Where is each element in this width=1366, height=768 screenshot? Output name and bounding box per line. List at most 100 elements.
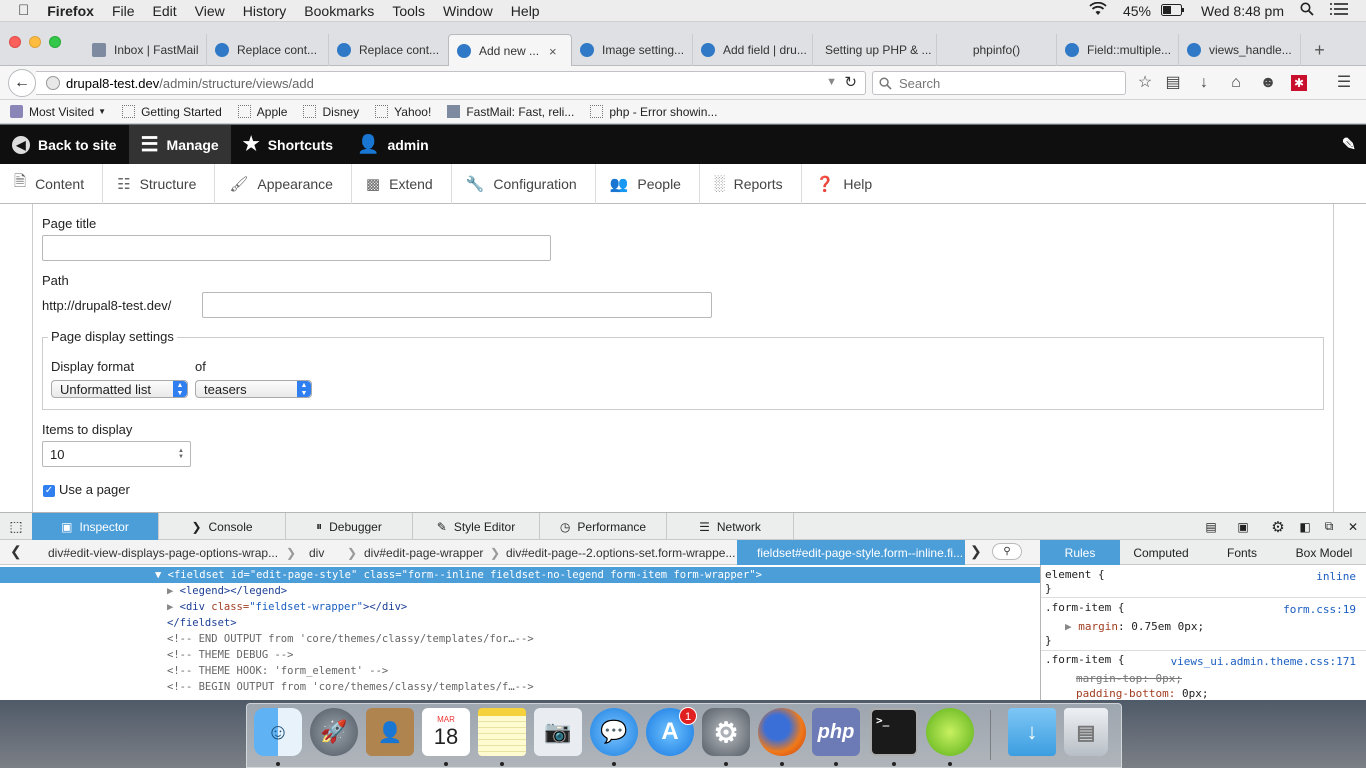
menu-hamburger-icon[interactable]: ☰ [1334,73,1354,93]
wifi-icon[interactable] [1081,1,1115,19]
markup-node-div[interactable]: ▶ <div class="fieldset-wrapper"></div> [167,599,407,615]
tab-add-new-view[interactable]: Add new ... × [448,34,572,67]
menu-bookmarks[interactable]: Bookmarks [295,3,383,19]
terminal-icon[interactable]: >_ [870,708,918,756]
markup-search-icon[interactable]: ⚲ [992,543,1022,560]
tab-replace-content-2[interactable]: Replace cont... [328,34,448,66]
bookmark-star-icon[interactable]: ☆ [1135,73,1155,93]
extension-icon[interactable]: ✱ [1291,75,1307,91]
tray-item-configuration[interactable]: 🔧 Configuration [452,163,596,204]
rule-source-link[interactable]: views_ui.admin.theme.css:171 [1171,655,1356,668]
devtools-tab-inspector[interactable]: ▣ Inspector [32,513,159,540]
site-identity-icon[interactable] [46,76,60,90]
rule-property-overridden[interactable]: margin-top: 0px; [1076,672,1182,685]
markup-comment[interactable]: <!-- THEME HOOK: 'form_element' --> [167,663,388,679]
apple-icon[interactable]:  [0,2,38,19]
markup-node-fieldset-close[interactable]: </fieldset> [167,615,237,631]
tray-item-reports[interactable]: ░ Reports [700,163,802,204]
close-window-button[interactable] [9,36,21,48]
messages-icon[interactable]: 💬 [590,708,638,756]
menu-help[interactable]: Help [502,3,549,19]
bookmark-fastmail[interactable]: FastMail: Fast, reli... [447,105,574,119]
home-icon[interactable]: ⌂ [1226,73,1246,93]
notes-icon[interactable] [478,708,526,756]
close-devtools-icon[interactable]: ✕ [1343,513,1363,540]
contacts-icon[interactable]: 👤 [366,708,414,756]
rule-property[interactable]: padding-bottom: 0px; [1076,687,1208,700]
new-tab-button[interactable]: + [1300,34,1338,66]
path-input[interactable] [202,292,712,318]
php-icon[interactable]: php [812,708,860,756]
dock-side-icon[interactable]: ◧ [1295,513,1315,540]
markup-node-selected[interactable]: ▼ <fieldset id="edit-page-style" class="… [0,567,1040,583]
calendar-icon[interactable]: MAR 18 [422,708,470,756]
use-pager-checkbox[interactable]: ✓ [43,485,55,497]
breadcrumb-scroll-left-icon[interactable]: ❮ [10,543,22,560]
display-format-select[interactable]: Unformatted list ▲ ▼ [51,380,188,398]
markup-comment[interactable]: <!-- THEME DEBUG --> [167,647,293,663]
number-stepper-icon[interactable]: ▲ ▼ [178,448,184,460]
battery-icon[interactable] [1153,3,1193,19]
expand-triangle-icon[interactable]: ▶ [167,585,180,597]
markup-comment[interactable]: <!-- END OUTPUT from 'core/themes/classy… [167,631,534,647]
breadcrumb-item[interactable]: div [309,546,324,560]
url-bar[interactable]: drupal8-test.dev/admin/structure/views/a… [36,71,866,95]
menu-window[interactable]: Window [434,3,502,19]
user-tab[interactable]: 👤 admin [345,125,441,164]
notification-center-icon[interactable] [1322,2,1366,19]
tray-item-appearance[interactable]: 🖌 Appearance [215,163,352,204]
bookmark-php-error[interactable]: php - Error showin... [590,105,717,119]
launchpad-icon[interactable]: 🚀 [310,708,358,756]
devtools-settings-gear-icon[interactable]: ⚙ [1267,513,1289,540]
finder-icon[interactable]: ☺ [254,708,302,756]
shortcuts-tab[interactable]: ★ Shortcuts [231,125,345,164]
trash-icon[interactable]: ▤ [1064,708,1108,756]
markup-node-legend[interactable]: ▶ <legend></legend> [167,583,287,599]
expand-triangle-icon[interactable]: ▶ [167,601,180,613]
back-button[interactable]: ← [8,69,36,97]
zoom-window-button[interactable] [49,36,61,48]
rule-source-link[interactable]: form.css:19 [1283,603,1356,616]
devtools-pick-element-icon[interactable]: ⬚ [0,513,32,540]
downloads-folder-icon[interactable]: ↓ [1008,708,1056,756]
tray-item-help[interactable]: ❓ Help [802,164,890,204]
tray-item-content[interactable]: 🗎 Content [0,163,104,204]
devtools-tab-network[interactable]: ☰ Network [667,513,794,540]
menu-history[interactable]: History [234,3,296,19]
orientation-toggle-pencil-icon[interactable]: ✎ [1342,135,1356,155]
page-title-input[interactable] [42,235,551,261]
menu-tools[interactable]: Tools [383,3,434,19]
devtools-tab-debugger[interactable]: ⏸ Debugger [286,513,413,540]
spotlight-icon[interactable] [1292,2,1322,19]
responsive-design-icon[interactable]: ▣ [1232,513,1254,540]
limechat-icon[interactable] [926,708,974,756]
markup-comment[interactable]: <!-- BEGIN OUTPUT from 'core/themes/clas… [167,679,534,695]
separate-window-icon[interactable]: ⧉ [1319,513,1339,540]
devtools-tab-console[interactable]: ❯ Console [159,513,286,540]
manage-tab[interactable]: ☰ Manage [128,125,231,164]
reading-list-icon[interactable]: ▤ [1163,73,1183,93]
tab-views-handler[interactable]: views_handle... [1178,34,1300,66]
sidebar-tab-rules[interactable]: Rules [1040,540,1120,565]
bookmark-apple[interactable]: Apple [237,105,287,119]
rule-property[interactable]: ▶ margin: 0.75em 0px; [1065,620,1204,633]
sidebar-tab-computed[interactable]: Computed [1120,540,1202,565]
breadcrumb-item[interactable]: div#edit-page--2.options-set.form-wrappe… [506,546,735,560]
tray-item-people[interactable]: 👥 People [596,163,700,204]
reload-icon[interactable]: ↻ [844,73,857,91]
bookmark-disney[interactable]: Disney [303,105,359,119]
tab-image-settings[interactable]: Image setting... [572,34,692,66]
menu-file[interactable]: File [103,3,144,19]
tray-item-extend[interactable]: ▩ Extend [352,163,452,204]
tray-item-structure[interactable]: ☷ Structure [103,163,216,204]
firefox-icon[interactable] [758,708,806,756]
items-to-display-input[interactable]: 10 ▲ ▼ [42,441,191,467]
clock[interactable]: Wed 8:48 pm [1193,3,1292,19]
preview-icon[interactable]: 📷 [534,708,582,756]
devtools-tab-style-editor[interactable]: ✎ Style Editor [413,513,540,540]
breadcrumb-scroll-right-icon[interactable]: ❯ [970,543,982,560]
bookmark-yahoo[interactable]: Yahoo! [375,105,431,119]
tab-field-multiple[interactable]: Field::multiple... [1056,34,1178,66]
sidebar-tab-box-model[interactable]: Box Model [1282,540,1366,565]
url-dropdown-icon[interactable]: ▼ [826,76,837,88]
